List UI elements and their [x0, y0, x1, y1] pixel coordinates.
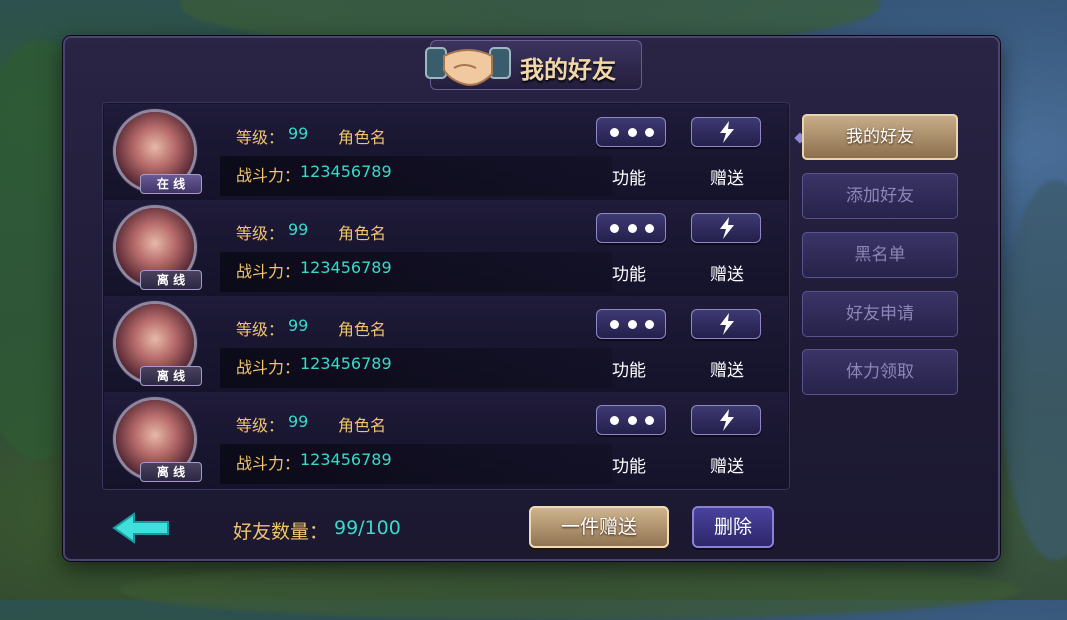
power-value: 123456789 [300, 450, 392, 469]
more-caption: 功能 [612, 361, 646, 381]
friend-row: 离 线 等级： 99 角色名 战斗力： 123456789 功能 赠送 [104, 200, 788, 297]
tab-friend-requests[interactable]: 好友申请 [802, 291, 958, 337]
level-label: 等级： [236, 224, 285, 243]
handshake-icon [425, 47, 511, 86]
more-icon [610, 224, 654, 233]
status-badge: 离 线 [140, 366, 202, 386]
lightning-icon [720, 313, 734, 335]
gift-button[interactable] [691, 213, 761, 243]
power-label: 战斗力： [236, 358, 301, 377]
status-badge: 离 线 [140, 270, 202, 290]
level-value: 99 [288, 124, 309, 143]
power-label: 战斗力： [236, 454, 301, 473]
lightning-icon [720, 217, 734, 239]
level-value: 99 [288, 220, 309, 239]
tab-blacklist[interactable]: 黑名单 [802, 232, 958, 278]
friend-row: 在 线 等级： 99 角色名 战斗力： 123456789 功能 赠送 [104, 104, 788, 201]
gift-button[interactable] [691, 309, 761, 339]
role-name: 角色名 [338, 128, 387, 147]
power-value: 123456789 [300, 354, 392, 373]
more-caption: 功能 [612, 265, 646, 285]
gift-caption: 赠送 [710, 169, 744, 189]
power-label: 战斗力： [236, 166, 301, 185]
more-caption: 功能 [612, 457, 646, 477]
more-caption: 功能 [612, 169, 646, 189]
back-arrow-icon[interactable] [112, 512, 170, 544]
page-title: 我的好友 [520, 56, 616, 84]
gift-caption: 赠送 [710, 457, 744, 477]
more-icon [610, 320, 654, 329]
more-button[interactable] [596, 405, 666, 435]
power-value: 123456789 [300, 162, 392, 181]
more-button[interactable] [596, 309, 666, 339]
role-name: 角色名 [338, 416, 387, 435]
tab-my-friends[interactable]: 我的好友 [802, 114, 958, 160]
role-name: 角色名 [338, 320, 387, 339]
level-label: 等级： [236, 128, 285, 147]
friend-row: 离 线 等级： 99 角色名 战斗力： 123456789 功能 赠送 [104, 392, 788, 488]
bg-foliage-right [1000, 180, 1067, 560]
level-label: 等级： [236, 320, 285, 339]
level-value: 99 [288, 412, 309, 431]
level-label: 等级： [236, 416, 285, 435]
more-icon [610, 128, 654, 137]
more-button[interactable] [596, 117, 666, 147]
level-value: 99 [288, 316, 309, 335]
power-value: 123456789 [300, 258, 392, 277]
friend-list: 在 线 等级： 99 角色名 战斗力： 123456789 功能 赠送 离 线 … [102, 102, 790, 490]
gift-caption: 赠送 [710, 265, 744, 285]
status-badge: 离 线 [140, 462, 202, 482]
gift-button[interactable] [691, 117, 761, 147]
delete-button[interactable]: 删除 [692, 506, 774, 548]
friend-count-label: 好友数量： [233, 521, 329, 543]
lightning-icon [720, 409, 734, 431]
lightning-icon [720, 121, 734, 143]
friend-row: 离 线 等级： 99 角色名 战斗力： 123456789 功能 赠送 [104, 296, 788, 393]
tab-add-friend[interactable]: 添加好友 [802, 173, 958, 219]
gift-caption: 赠送 [710, 361, 744, 381]
friend-count-value: 99/100 [334, 517, 401, 539]
more-icon [610, 416, 654, 425]
gift-button[interactable] [691, 405, 761, 435]
more-button[interactable] [596, 213, 666, 243]
power-label: 战斗力： [236, 262, 301, 281]
status-badge: 在 线 [140, 174, 202, 194]
gift-all-button[interactable]: 一件赠送 [529, 506, 669, 548]
bg-ground [120, 560, 1020, 620]
tab-stamina[interactable]: 体力领取 [802, 349, 958, 395]
role-name: 角色名 [338, 224, 387, 243]
